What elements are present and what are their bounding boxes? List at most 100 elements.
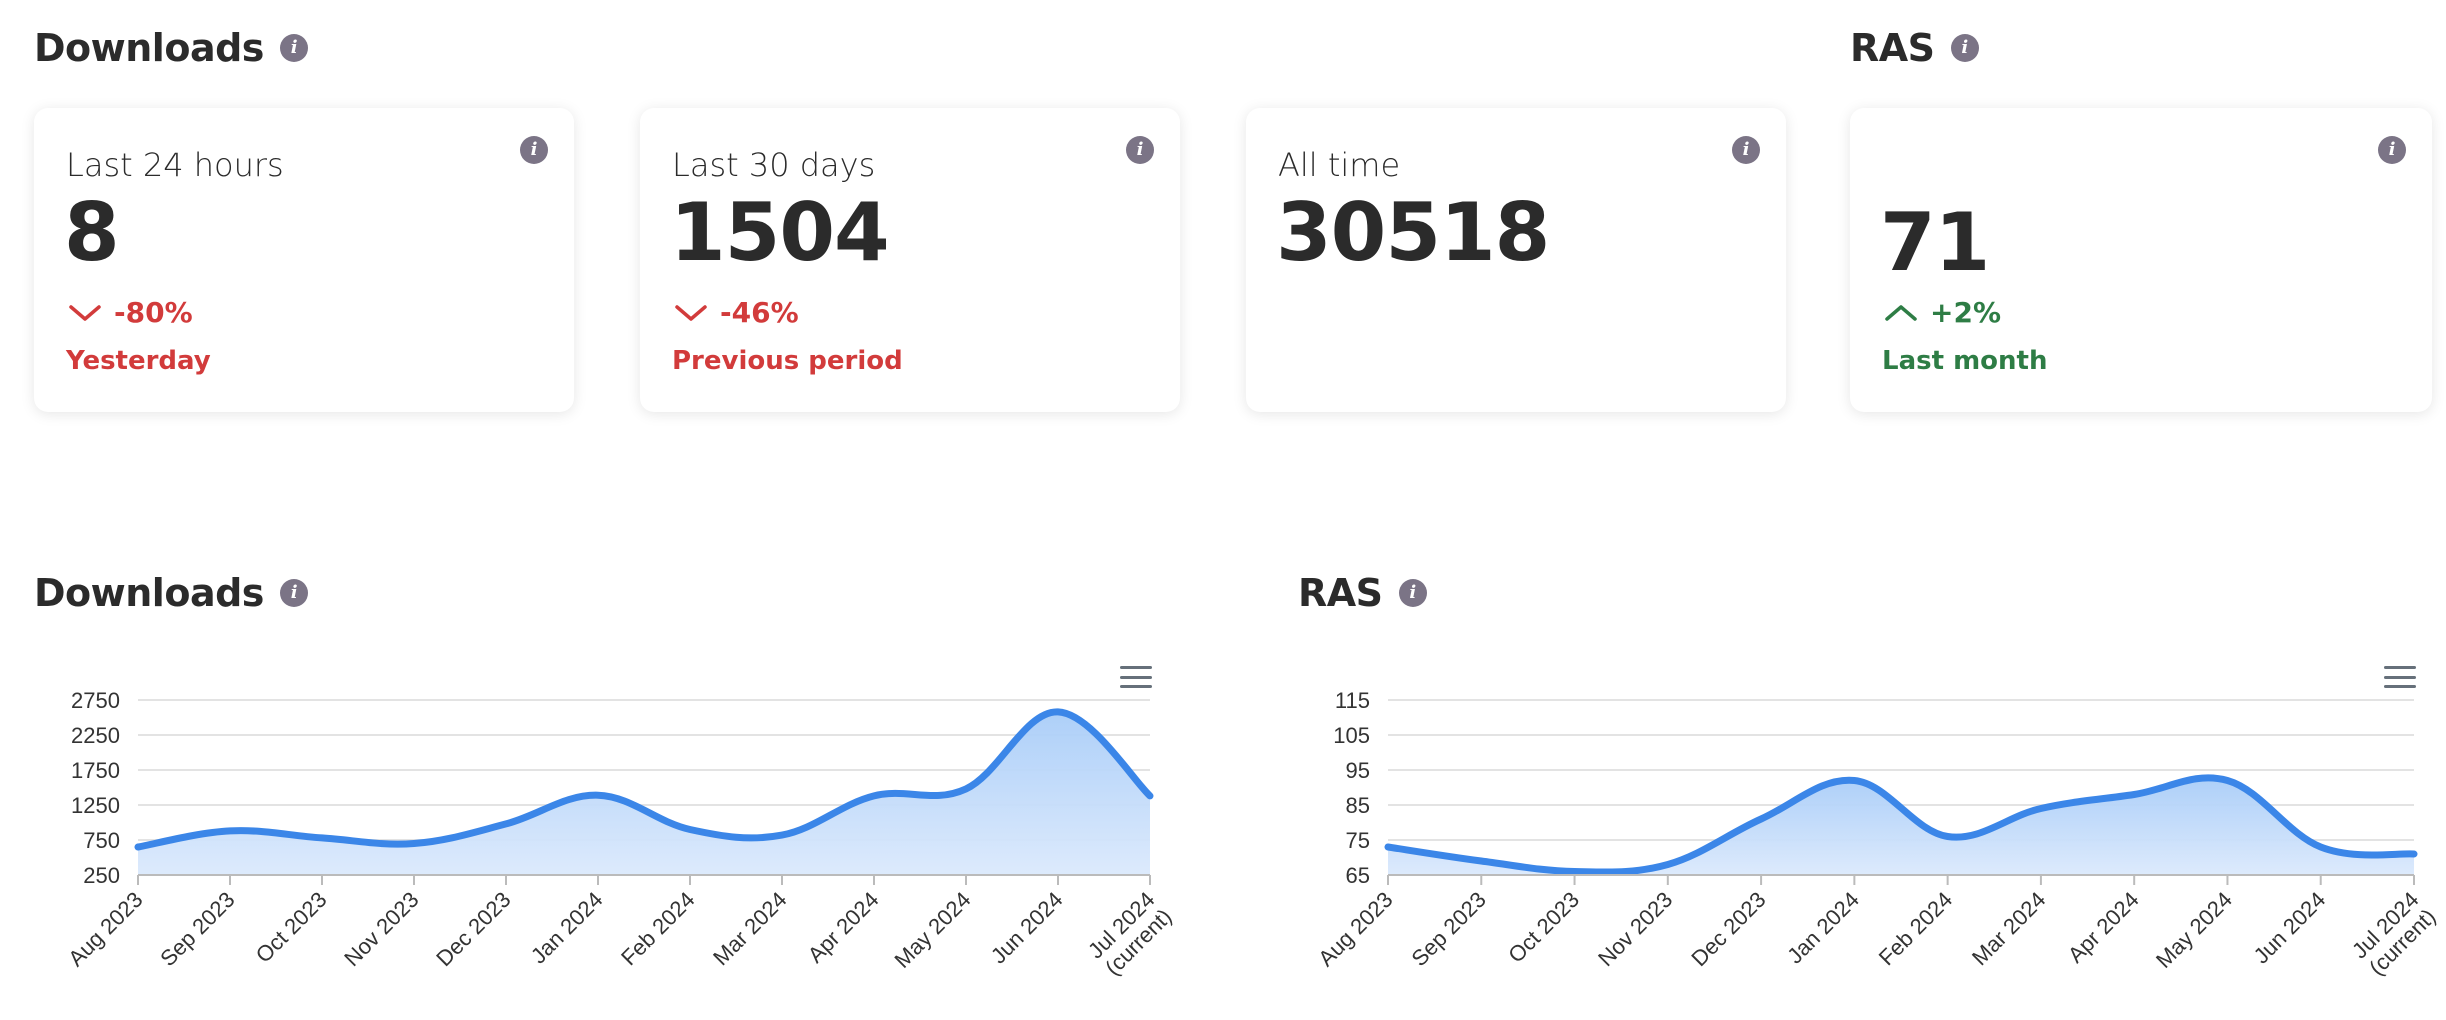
x-tick-label: May 2024 — [2151, 887, 2237, 973]
data-point[interactable] — [2221, 775, 2233, 787]
data-point[interactable] — [408, 838, 420, 850]
x-tick-label: Nov 2023 — [1593, 887, 1677, 971]
data-point[interactable] — [776, 829, 788, 841]
chevron-up-icon — [1885, 304, 1917, 321]
x-tick-label: Apr 2024 — [803, 887, 884, 968]
card-value: 8 — [64, 186, 120, 279]
x-tick-label: Dec 2023 — [431, 887, 515, 971]
x-tick-label: Aug 2023 — [63, 887, 147, 971]
data-point[interactable] — [500, 818, 512, 830]
x-tick-label: Mar 2024 — [1967, 887, 2050, 970]
ras-summary-title: RAS — [1850, 26, 1935, 70]
data-point[interactable] — [960, 783, 972, 795]
x-tick-label: Jan 2024 — [1782, 887, 1864, 969]
downloads-summary-title: Downloads — [34, 26, 264, 70]
card-change: +2% — [1884, 296, 2001, 329]
x-tick-label: Dec 2023 — [1686, 887, 1770, 971]
data-point[interactable] — [316, 832, 328, 844]
info-icon[interactable]: i — [1732, 136, 1760, 164]
data-point[interactable] — [1144, 790, 1156, 802]
info-icon[interactable]: i — [279, 34, 308, 62]
downloads-chart-title: Downloads — [34, 571, 264, 615]
x-tick-label: Feb 2024 — [1874, 887, 1957, 970]
downloads-chart-svg: 250 750 1250 1750 2250 2750 Aug 2023 Sep 2023 Oc… — [63, 688, 1176, 980]
data-point[interactable] — [1382, 841, 1394, 853]
card-change-value: -80% — [114, 296, 193, 329]
card-last-24-hours: i Last 24 hours 8 -80% Yesterday — [34, 108, 574, 412]
data-point[interactable] — [1848, 775, 1860, 787]
card-compare-label: Yesterday — [66, 346, 211, 376]
x-tick-label: Sep 2023 — [155, 887, 239, 971]
data-point[interactable] — [2035, 803, 2047, 815]
card-label: Last 30 days — [672, 146, 876, 184]
y-tick-label: 105 — [1333, 723, 1370, 748]
ras-chart-title: RAS — [1298, 571, 1383, 615]
ras-summary-heading: RAS i — [1850, 26, 1979, 70]
data-point[interactable] — [1942, 831, 1954, 843]
info-icon[interactable]: i — [2378, 136, 2406, 164]
info-icon[interactable]: i — [520, 136, 548, 164]
downloads-summary-heading: Downloads i — [34, 26, 308, 70]
card-change: -46% — [674, 296, 799, 329]
series-area — [1388, 777, 2414, 875]
card-value: 71 — [1880, 196, 1990, 289]
data-point[interactable] — [868, 790, 880, 802]
data-point[interactable] — [2128, 789, 2140, 801]
data-point[interactable] — [224, 825, 236, 837]
ras-chart-svg: 65 75 85 95 105 115 Aug 2023 Sep 2023 Oct 2023 No… — [1313, 688, 2440, 980]
info-icon[interactable]: i — [1126, 136, 1154, 164]
x-tick-label: Jun 2024 — [2249, 887, 2331, 969]
ras-chart: 65 75 85 95 105 115 Aug 2023 Sep 2023 Oct 2023 No… — [1280, 650, 2446, 1020]
x-tick-label: Sep 2023 — [1407, 887, 1491, 971]
x-tick-label: Jun 2024 — [986, 887, 1068, 969]
downloads-chart-heading: Downloads i — [34, 571, 308, 615]
x-tick-label: Mar 2024 — [708, 887, 791, 970]
ras-chart-heading: RAS i — [1298, 571, 1427, 615]
info-icon[interactable]: i — [1398, 579, 1427, 607]
card-label: Last 24 hours — [66, 146, 284, 184]
y-tick-label: 250 — [83, 863, 120, 888]
hamburger-menu-icon[interactable] — [1120, 666, 1152, 688]
data-point[interactable] — [1755, 813, 1767, 825]
x-tick-label: Oct 2023 — [1503, 887, 1584, 968]
card-compare-label: Previous period — [672, 346, 903, 376]
x-tick-label: Nov 2023 — [339, 887, 423, 971]
y-tick-label: 1750 — [71, 758, 120, 783]
data-point[interactable] — [1052, 706, 1064, 718]
card-change-value: -46% — [720, 296, 799, 329]
data-point[interactable] — [684, 824, 696, 836]
dashboard: Downloads i RAS i i Last 24 hours 8 -80%… — [0, 0, 2446, 1020]
card-ras: i 71 +2% Last month — [1850, 108, 2432, 412]
y-tick-label: 95 — [1346, 758, 1370, 783]
y-tick-label: 115 — [1335, 688, 1370, 713]
info-icon[interactable]: i — [279, 579, 308, 607]
chevron-down-icon — [69, 304, 101, 321]
x-tick-label: Aug 2023 — [1313, 887, 1397, 971]
x-tick-label: Jan 2024 — [526, 887, 608, 969]
chevron-down-icon — [675, 304, 707, 321]
data-point[interactable] — [132, 841, 144, 853]
x-tick-label: Jul 2024(current) — [2347, 887, 2440, 980]
data-point[interactable] — [592, 789, 604, 801]
downloads-chart: 250 750 1250 1750 2250 2750 Aug 2023 Sep 2023 Oc… — [0, 650, 1230, 1020]
y-tick-label: 75 — [1346, 828, 1370, 853]
data-point[interactable] — [2315, 841, 2327, 853]
data-point[interactable] — [1662, 859, 1674, 871]
card-value: 30518 — [1276, 186, 1550, 279]
data-point[interactable] — [2408, 848, 2420, 860]
x-tick-label: Oct 2023 — [251, 887, 332, 968]
data-point[interactable] — [1475, 855, 1487, 867]
card-all-time: i All time 30518 — [1246, 108, 1786, 412]
y-tick-label: 65 — [1346, 863, 1370, 888]
x-tick-label: Jul 2024(current) — [1083, 887, 1176, 980]
hamburger-menu-icon[interactable] — [2384, 666, 2416, 688]
y-tick-label: 750 — [83, 828, 120, 853]
card-compare-label: Last month — [1882, 346, 2048, 376]
card-value: 1504 — [670, 186, 890, 279]
x-tick-label: May 2024 — [890, 887, 976, 973]
x-tick-label: Feb 2024 — [616, 887, 699, 970]
info-icon[interactable]: i — [1950, 34, 1979, 62]
y-tick-label: 85 — [1346, 793, 1370, 818]
series-area — [138, 711, 1150, 875]
card-change-value: +2% — [1930, 296, 2001, 329]
